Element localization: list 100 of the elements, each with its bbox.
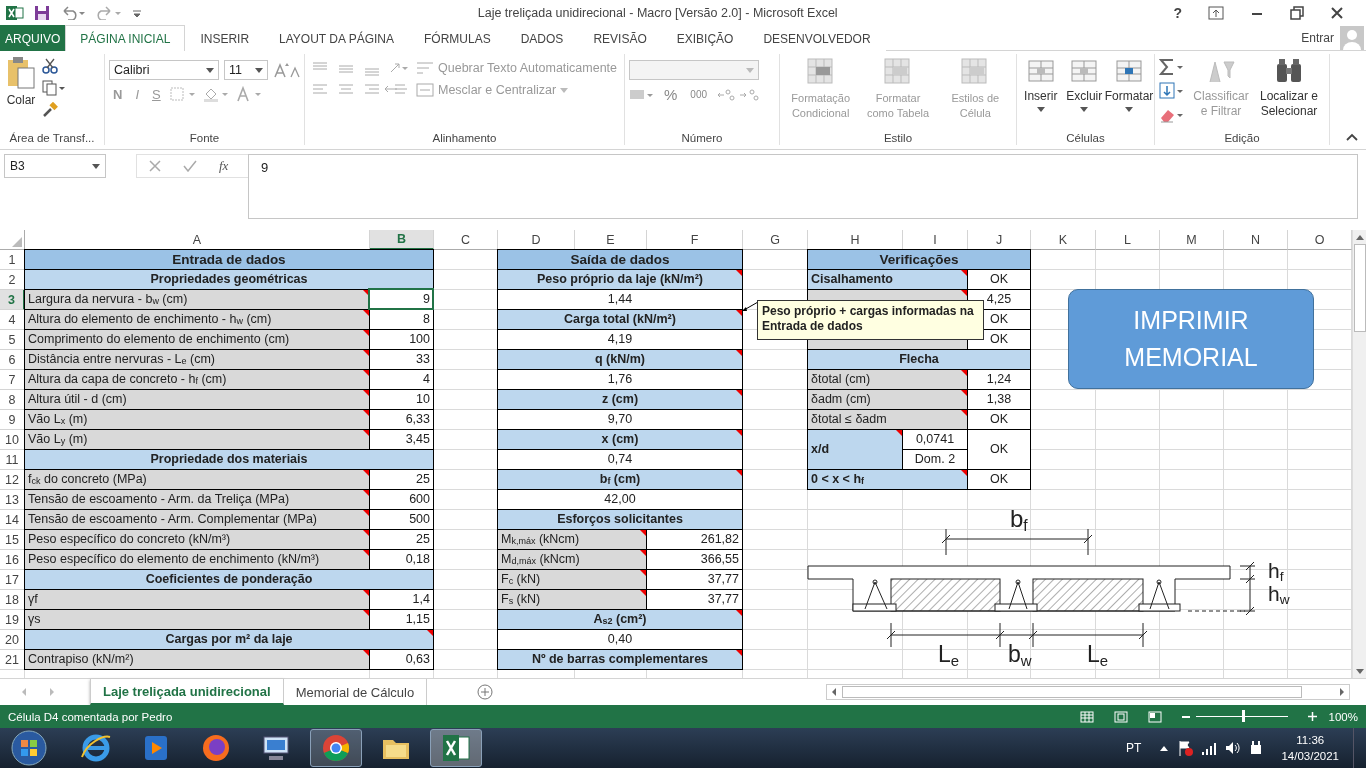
column-header[interactable]: M (1160, 230, 1224, 250)
insert-function-button[interactable]: fx (219, 158, 229, 174)
caret-icon (1080, 107, 1089, 112)
group-label: Alinhamento (431, 132, 498, 145)
group-label: Fonte (188, 132, 221, 145)
save-icon[interactable] (34, 4, 50, 21)
check-label: x/d (807, 429, 903, 470)
clock-time[interactable]: 11:36 (1296, 732, 1325, 748)
sign-in-link[interactable]: Entrar (1301, 30, 1334, 45)
section-heading: Carga total (kN/m²) (497, 309, 743, 330)
add-sheet-icon[interactable] (477, 684, 494, 700)
dimension-label: h$_{f}$ (1268, 560, 1284, 585)
flag-icon[interactable] (1177, 740, 1194, 756)
scissors-icon[interactable] (42, 58, 58, 74)
zoom-level[interactable]: 100% (1328, 710, 1358, 723)
font-name-field[interactable]: Calibri (109, 60, 219, 80)
group-label: Estilo (882, 132, 914, 145)
cells-button[interactable]: Excluir (1064, 56, 1104, 112)
name-box[interactable]: B3 (4, 154, 106, 178)
language-indicator[interactable]: PT (1126, 741, 1142, 755)
signal-icon[interactable] (1201, 741, 1218, 755)
status-text: Célula D4 comentada por Pedro (8, 710, 173, 723)
taskbar-button[interactable] (430, 729, 482, 767)
normal-view-icon[interactable] (1079, 710, 1094, 723)
editing-button[interactable]: Localizar e Selecionar (1257, 56, 1321, 119)
page-break-icon[interactable] (1147, 710, 1162, 723)
row-header[interactable]: 3 (0, 290, 25, 310)
show-hidden-icon[interactable] (1159, 744, 1170, 752)
customize-icon[interactable] (132, 7, 142, 18)
ribbon-tab[interactable]: ARQUIVO (0, 25, 66, 51)
zoom-out-icon[interactable] (1181, 715, 1190, 718)
restore-icon[interactable] (1290, 5, 1304, 20)
percent-button[interactable]: % (660, 86, 682, 103)
field-label: Peso específico do elemento de enchimento (kN/m³) (24, 549, 370, 570)
field-label: Altura do elemento de enchimento - h$_{w}$ (cm) (24, 309, 370, 330)
scroll-right-icon[interactable] (1338, 687, 1346, 697)
caret-icon (560, 87, 569, 93)
scrollbar-thumb[interactable] (842, 686, 1302, 698)
section-heading: Propriedades geométricas (24, 269, 434, 290)
taskbar-button[interactable] (310, 729, 362, 767)
section-heading: z (cm) (497, 389, 743, 410)
ribbon-display-icon[interactable] (1208, 5, 1224, 20)
field-label: γf (24, 589, 370, 610)
font-color-icon[interactable] (235, 86, 264, 102)
group-label: Células (1065, 132, 1106, 145)
paste-button[interactable]: Colar (4, 56, 38, 108)
section-heading: Cargas por m² da laje (24, 629, 434, 650)
ribbon-tab[interactable]: PÁGINA INICIAL (65, 25, 186, 51)
format-painter-icon[interactable] (42, 102, 58, 118)
fill-color-icon[interactable] (202, 86, 231, 102)
cells-button[interactable]: Inserir (1021, 56, 1061, 112)
dimension-label: b$_{f}$ (1010, 507, 1028, 534)
undo-icon[interactable] (60, 5, 86, 20)
dimension-label: L$_{e}$ (1087, 643, 1109, 669)
close-icon[interactable] (1330, 5, 1344, 20)
zoom-slider[interactable] (1241, 710, 1245, 722)
dimension-label: b$_{w}$ (1008, 643, 1032, 669)
zoom-in-icon[interactable] (1307, 712, 1317, 721)
dimension-label: h$_{w}$ (1268, 583, 1290, 608)
volume-icon[interactable] (1225, 741, 1242, 755)
result-value: 0,40 (497, 629, 743, 650)
section-title: Saída de dados (497, 249, 743, 270)
page-layout-icon[interactable] (1113, 710, 1128, 723)
merge-icon (416, 83, 434, 97)
thousands-button[interactable]: 000 (686, 89, 712, 100)
column-header[interactable]: G (743, 230, 808, 250)
start-icon[interactable] (10, 729, 48, 767)
field-label: Altura da capa de concreto - h$_{f}$ (cm) (24, 369, 370, 390)
clock-date[interactable]: 14/03/2021 (1281, 748, 1339, 764)
section-heading: Flecha (807, 349, 1031, 370)
number-format-field[interactable] (629, 60, 759, 80)
help-button[interactable]: ? (1173, 4, 1182, 21)
copy-icon[interactable] (42, 80, 66, 96)
column-header[interactable]: B (370, 230, 434, 250)
power-icon[interactable] (1249, 740, 1264, 756)
formula-field[interactable]: 9 (248, 154, 1358, 219)
scroll-up-icon[interactable] (1354, 233, 1365, 241)
font-size-field[interactable]: 11 (224, 60, 268, 80)
column-header[interactable]: C (434, 230, 498, 250)
sum-icon[interactable] (1159, 58, 1185, 76)
sheet-tab[interactable]: Laje treliçada unidirecional (90, 679, 284, 705)
scrollbar-thumb[interactable] (1353, 244, 1366, 332)
field-label: F$_{s}$ (kN) (497, 589, 647, 610)
check-result: OK (967, 469, 1031, 490)
section-title: Verificações (807, 249, 1031, 270)
column-header[interactable]: L (1096, 230, 1160, 250)
result-value: 1,44 (497, 289, 743, 310)
field-label: M$_{d,máx}$ (kNcm) (497, 549, 647, 570)
column-header[interactable]: K (1031, 230, 1096, 250)
section-heading: Esforços solicitantes (497, 509, 743, 530)
field-label: Distância entre nervuras - L$_{e}$ (cm) (24, 349, 370, 370)
field-label: Vão L$_{x}$ (m) (24, 409, 370, 430)
fill-down-icon[interactable] (1159, 82, 1185, 100)
column-header[interactable]: N (1224, 230, 1288, 250)
collapse-ribbon-icon[interactable] (1346, 133, 1358, 141)
scroll-down-icon[interactable] (1354, 668, 1365, 676)
result-value: 4,19 (497, 329, 743, 350)
field-label: Tensão de escoamento - Arm. Complementar (MPa) (24, 509, 370, 530)
section-heading: q (kN/m) (497, 349, 743, 370)
scroll-left-icon[interactable] (830, 687, 838, 697)
